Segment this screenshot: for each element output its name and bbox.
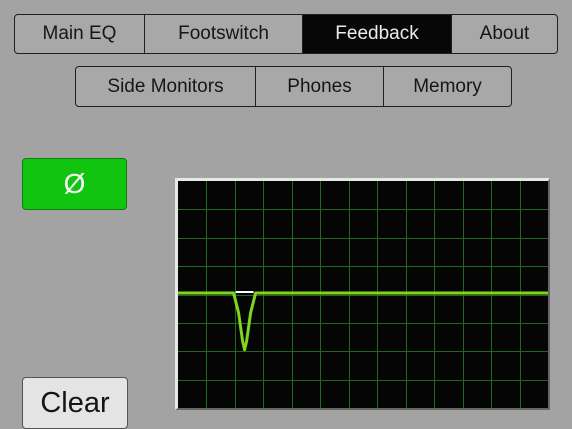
subtab-phones[interactable]: Phones xyxy=(256,67,384,106)
main-tab-bar: Main EQ Footswitch Feedback About xyxy=(14,14,558,54)
graph-canvas xyxy=(178,181,548,408)
sub-tab-bar: Side Monitors Phones Memory xyxy=(75,66,512,107)
tab-main-eq[interactable]: Main EQ xyxy=(15,15,145,53)
clear-button[interactable]: Clear xyxy=(22,377,128,429)
clear-button-label: Clear xyxy=(40,387,110,419)
feedback-response-graph xyxy=(175,178,550,410)
subtab-side-monitors[interactable]: Side Monitors xyxy=(76,67,256,106)
subtab-memory[interactable]: Memory xyxy=(384,67,511,106)
tab-footswitch[interactable]: Footswitch xyxy=(145,15,303,53)
tab-feedback[interactable]: Feedback xyxy=(303,15,452,53)
phase-icon: Ø xyxy=(63,168,86,199)
tab-about[interactable]: About xyxy=(452,15,557,53)
eq-response-curve xyxy=(178,291,548,352)
phase-invert-button[interactable]: Ø xyxy=(22,158,127,210)
